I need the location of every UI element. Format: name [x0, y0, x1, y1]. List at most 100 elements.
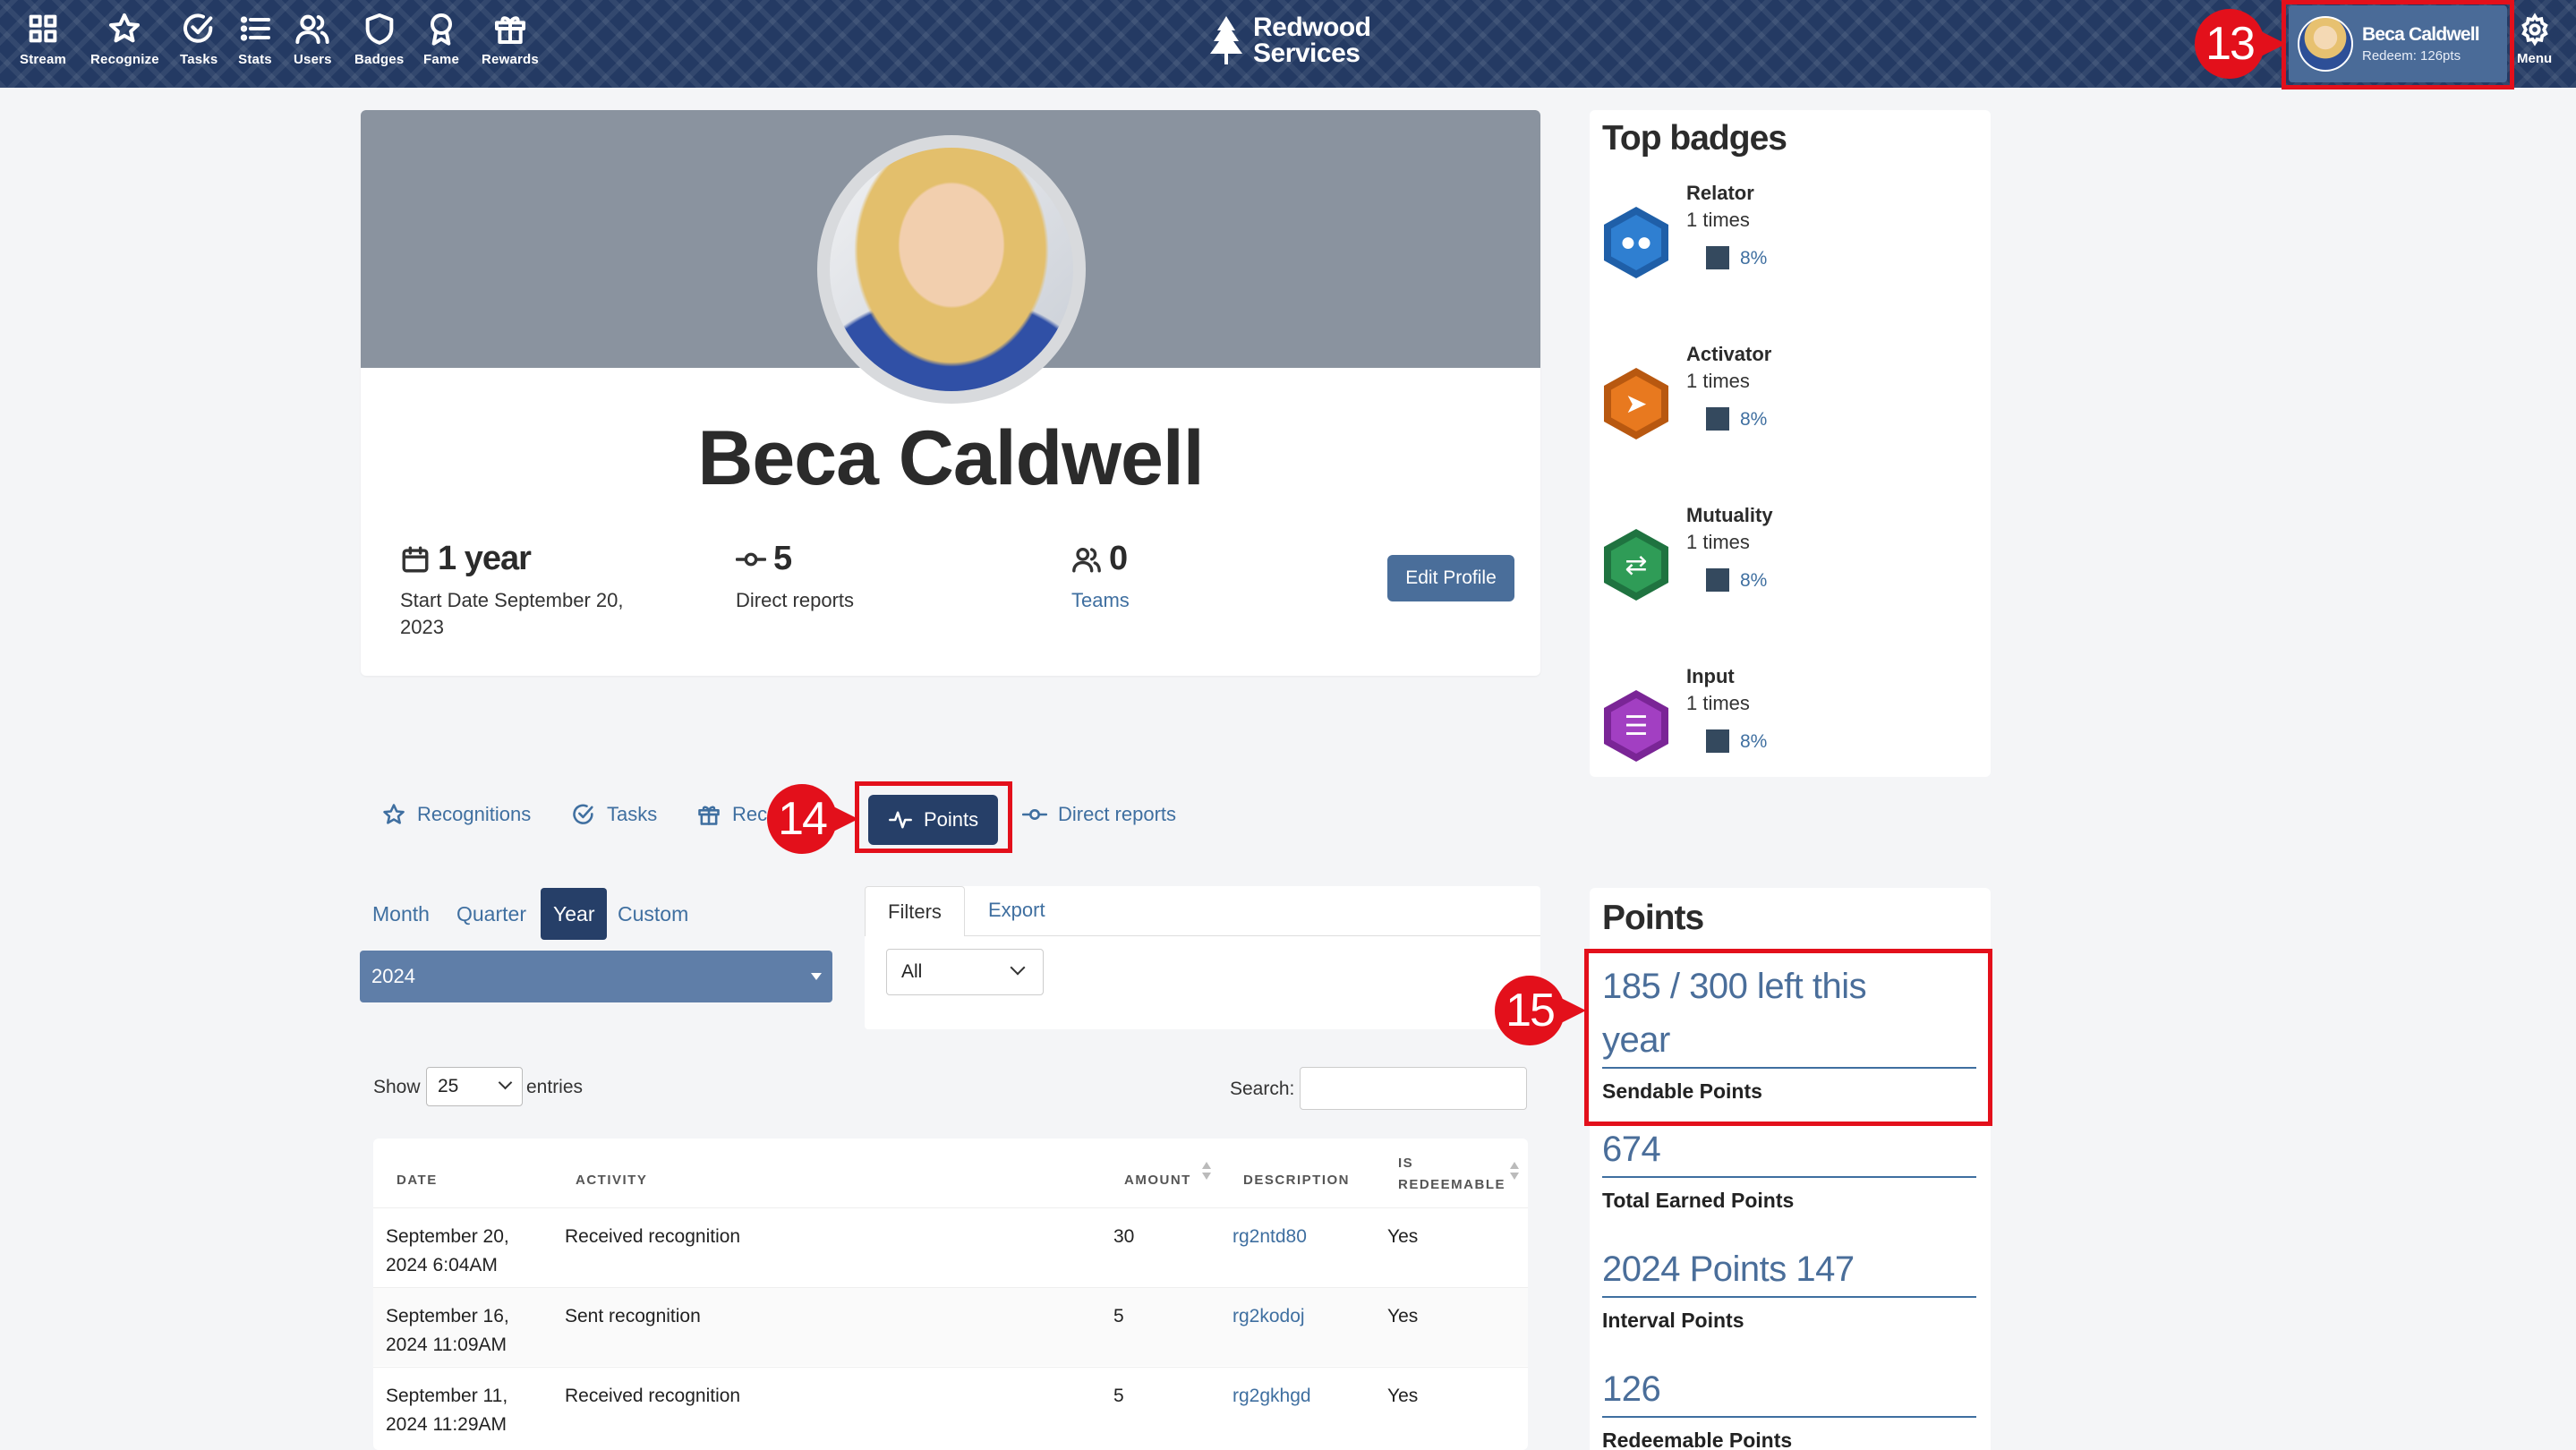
redeemable-points-value: 126: [1602, 1369, 1661, 1409]
badge-times: 1 times: [1686, 692, 1750, 714]
cell-description-link[interactable]: rg2gkhgd: [1233, 1382, 1311, 1411]
period-year[interactable]: Year: [541, 888, 608, 940]
caret-down-icon: [811, 973, 822, 980]
badge-times: 1 times: [1686, 531, 1750, 553]
commit-icon: [1022, 809, 1047, 820]
filters-panel: Filters Export All: [865, 886, 1540, 1029]
badge-name: Activator: [1686, 343, 1772, 365]
nav-fame[interactable]: Fame: [423, 11, 459, 67]
search-input[interactable]: [1300, 1067, 1527, 1110]
sort-icon[interactable]: [1202, 1162, 1211, 1181]
nav-stats-label: Stats: [238, 52, 272, 67]
year-select-value: 2024: [371, 965, 415, 987]
badge-activator[interactable]: ➤ Activator 1 times 8%: [1600, 343, 1976, 495]
tab-filters[interactable]: Filters: [865, 886, 965, 936]
badge-relator[interactable]: ●● Relator 1 times 8%: [1600, 182, 1976, 334]
badge-input[interactable]: ☰ Input 1 times 8%: [1600, 665, 1976, 817]
brand-line-1: Redwood: [1253, 13, 1371, 42]
brand-line-2: Services: [1253, 38, 1361, 68]
edit-profile-button[interactable]: Edit Profile: [1387, 555, 1514, 601]
nav-badges-label: Badges: [354, 52, 405, 67]
entries-select-value: 25: [438, 1076, 459, 1096]
sort-icon[interactable]: [1510, 1162, 1519, 1181]
badge-times: 1 times: [1686, 209, 1750, 231]
period-month[interactable]: Month: [360, 888, 442, 940]
total-earned-value: 674: [1602, 1130, 1661, 1169]
direct-reports-label: Direct reports: [736, 589, 855, 611]
brand-logo[interactable]: Redwood Services: [1208, 13, 1371, 68]
nav-rewards[interactable]: Rewards: [482, 11, 539, 67]
year-select[interactable]: 2024: [360, 951, 832, 1002]
badge-progress-bar: [1706, 729, 1729, 753]
cell-redeemable: Yes: [1387, 1226, 1419, 1247]
badge-times: 1 times: [1686, 370, 1750, 392]
filters-divider: [965, 935, 1540, 936]
cell-description-link[interactable]: rg2kodoj: [1233, 1302, 1305, 1331]
profile-card: Beca Caldwell 1 year Start Date Septembe…: [361, 110, 1540, 676]
teams-link[interactable]: Teams: [1071, 587, 1130, 614]
search-label: Search:: [1230, 1079, 1295, 1099]
date-line-2: 2024 6:04AM: [386, 1255, 498, 1275]
tenure-value: 1 year: [438, 540, 532, 577]
badge-mutuality[interactable]: ⇄ Mutuality 1 times 8%: [1600, 504, 1976, 656]
table-row: September 11, 2024 11:29AM Received recog…: [373, 1367, 1528, 1446]
table-row: September 16, 2024 11:09AM Sent recogniti…: [373, 1287, 1528, 1366]
tab-tasks[interactable]: Tasks: [571, 802, 657, 827]
column-header-description[interactable]: DESCRIPTION: [1243, 1173, 1350, 1188]
badge-percent: 8%: [1740, 570, 1768, 591]
date-line-1: September 11,: [386, 1386, 508, 1406]
filter-select[interactable]: All: [886, 949, 1044, 995]
total-earned-points: 674 Total Earned Points: [1602, 1122, 1976, 1213]
points-table: DATE ACTIVITY AMOUNT DESCRIPTION IS REDE…: [373, 1139, 1528, 1450]
period-quarter[interactable]: Quarter: [444, 888, 539, 940]
calendar-icon: [402, 546, 429, 572]
entries-label: entries: [526, 1077, 584, 1097]
tab-recognitions[interactable]: Recognitions: [381, 802, 531, 827]
input-badge-icon: ☰: [1604, 690, 1668, 762]
date-line-1: September 16,: [386, 1306, 509, 1326]
tab-rewards[interactable]: Rec: [696, 802, 767, 827]
badge-progress-bar: [1706, 568, 1729, 592]
period-custom[interactable]: Custom: [605, 888, 701, 940]
menu-label: Menu: [2517, 51, 2553, 66]
date-line-1: September 20,: [386, 1226, 509, 1247]
annotation-box-14: [855, 781, 1012, 853]
points-title: Points: [1602, 899, 1704, 937]
chevron-down-icon: [1010, 960, 1026, 976]
badge-name: Mutuality: [1686, 504, 1773, 526]
check-circle-icon: [183, 13, 213, 43]
commit-icon: [736, 552, 766, 566]
nav-stats[interactable]: Stats: [237, 11, 273, 67]
nav-recognize[interactable]: Recognize: [90, 11, 159, 67]
header-line-1: IS: [1398, 1156, 1414, 1171]
tab-direct-reports[interactable]: Direct reports: [1022, 802, 1176, 827]
activator-badge-icon: ➤: [1604, 368, 1668, 439]
filter-select-value: All: [901, 961, 923, 982]
top-badges-panel: Top badges ●● Relator 1 times 8% ➤ Activ…: [1590, 110, 1991, 777]
cell-description-link[interactable]: rg2ntd80: [1233, 1223, 1307, 1251]
cell-redeemable: Yes: [1387, 1306, 1419, 1326]
menu-button[interactable]: Menu: [2517, 13, 2552, 66]
badge-percent: 8%: [1740, 409, 1768, 430]
show-label: Show: [373, 1077, 421, 1097]
gift-icon: [698, 806, 720, 825]
tab-export[interactable]: Export: [988, 899, 1045, 922]
column-header-is-redeemable[interactable]: IS REDEEMABLE: [1398, 1153, 1506, 1196]
cell-activity: Received recognition: [565, 1226, 741, 1247]
nav-rewards-label: Rewards: [482, 52, 539, 67]
column-header-date[interactable]: DATE: [397, 1173, 438, 1188]
profile-name: Beca Caldwell: [697, 415, 1204, 501]
badge-name: Relator: [1686, 182, 1754, 204]
nav-stream[interactable]: Stream: [20, 11, 66, 67]
nav-fame-label: Fame: [423, 52, 459, 67]
nav-users[interactable]: Users: [294, 11, 332, 67]
entries-select[interactable]: 25: [426, 1067, 523, 1106]
badge-percent: 8%: [1740, 248, 1768, 269]
list-icon: [240, 16, 270, 41]
nav-tasks[interactable]: Tasks: [180, 11, 218, 67]
tab-tasks-label: Tasks: [607, 803, 658, 825]
nav-badges[interactable]: Badges: [354, 11, 404, 67]
interval-points-value: 2024 Points 147: [1602, 1250, 1855, 1289]
column-header-activity[interactable]: ACTIVITY: [576, 1173, 647, 1188]
column-header-amount[interactable]: AMOUNT: [1124, 1173, 1191, 1188]
